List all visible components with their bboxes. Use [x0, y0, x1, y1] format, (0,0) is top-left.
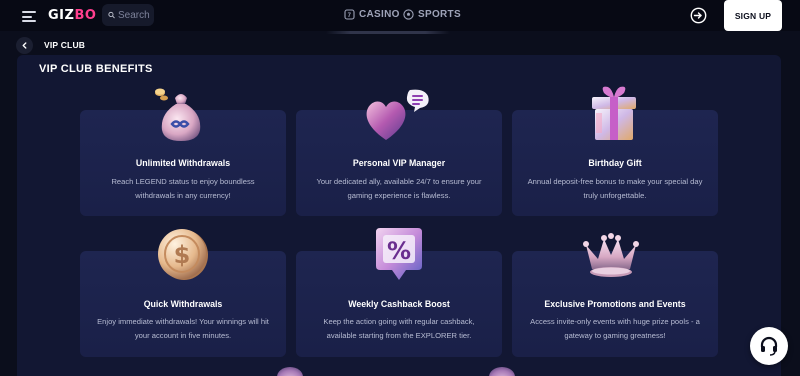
- search-icon: [108, 11, 115, 19]
- dollar-coin-icon: $: [158, 229, 208, 280]
- tab-sports-label: SPORTS: [418, 9, 461, 20]
- tab-underline: [326, 31, 450, 34]
- crown-icon: [583, 233, 639, 277]
- soccer-ball-icon: [403, 9, 414, 20]
- headset-icon: [760, 336, 778, 356]
- card-description: Keep the action going with regular cashb…: [323, 317, 475, 340]
- tab-casino[interactable]: 7 CASINO: [344, 9, 400, 20]
- breadcrumb-title: VIP CLUB: [44, 40, 86, 50]
- casino-icon: 7: [344, 9, 355, 20]
- top-header: GIZBO 7 CASINO SPORTS SIGN UP: [0, 0, 800, 31]
- percent-tag-icon: %: [376, 228, 422, 280]
- section-title: VIP CLUB BENEFITS: [39, 63, 153, 75]
- gift-box-icon: [592, 86, 636, 140]
- svg-text:%: %: [387, 237, 411, 265]
- card-description: Access invite-only events with huge priz…: [530, 317, 700, 340]
- tab-casino-label: CASINO: [359, 9, 400, 20]
- back-button[interactable]: [16, 37, 33, 54]
- logo-prefix: GIZ: [48, 8, 75, 23]
- heart-chat-icon: [366, 89, 429, 140]
- card-title: Birthday Gift: [588, 158, 642, 168]
- logo[interactable]: GIZBO: [48, 8, 96, 23]
- tab-sports[interactable]: SPORTS: [403, 9, 461, 20]
- search-box[interactable]: [102, 4, 154, 26]
- card-description: Reach LEGEND status to enjoy boundless w…: [111, 177, 255, 200]
- menu-icon[interactable]: [22, 11, 36, 22]
- card-title: Quick Withdrawals: [143, 299, 223, 309]
- card-description: Annual deposit-free bonus to make your s…: [527, 177, 703, 200]
- login-icon[interactable]: [690, 7, 707, 24]
- money-bag-icon: [155, 88, 201, 141]
- svg-text:$: $: [174, 241, 191, 269]
- card-title: Exclusive Promotions and Events: [544, 299, 686, 309]
- card-title: Personal VIP Manager: [352, 158, 446, 168]
- search-input[interactable]: [118, 9, 154, 21]
- card-description: Enjoy immediate withdrawals! Your winnin…: [97, 317, 269, 340]
- sign-up-button[interactable]: SIGN UP: [724, 0, 782, 31]
- card-title: Weekly Cashback Boost: [348, 299, 450, 309]
- support-chat-button[interactable]: [750, 327, 788, 365]
- chevron-left-icon: [22, 42, 27, 49]
- card-title: Unlimited Withdrawals: [135, 158, 231, 168]
- card-description: Your dedicated ally, available 24/7 to e…: [316, 177, 482, 200]
- svg-text:7: 7: [348, 13, 352, 19]
- logo-suffix: BO: [74, 8, 97, 23]
